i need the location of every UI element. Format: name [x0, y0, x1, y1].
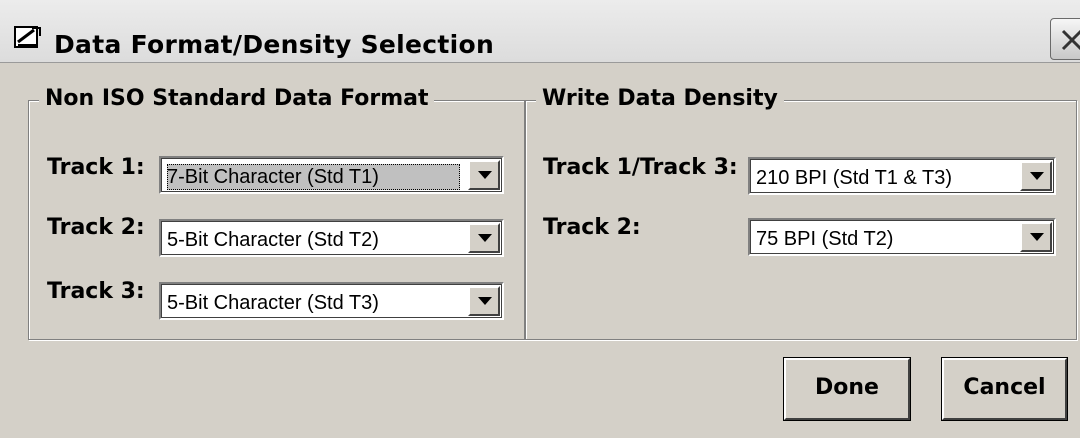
track3-format-value: 5-Bit Character (Std T3) [167, 292, 379, 314]
density-group-legend: Write Data Density [536, 86, 784, 111]
format-group-legend: Non ISO Standard Data Format [39, 86, 435, 111]
track2-density-value: 75 BPI (Std T2) [756, 228, 894, 250]
track3-format-select[interactable]: 5-Bit Character (Std T3) [159, 282, 504, 320]
format-group: Non ISO Standard Data Format Track 1: 7-… [28, 86, 525, 340]
track2-density-label: Track 2: [543, 215, 641, 240]
track2-format-label: Track 2: [47, 215, 145, 240]
track13-density-value: 210 BPI (Std T1 & T3) [756, 167, 953, 189]
dropdown-button[interactable] [468, 223, 500, 253]
track1-format-value: 7-Bit Character (Std T1) [167, 164, 460, 190]
done-button[interactable]: Done [783, 357, 911, 421]
app-icon [14, 26, 42, 50]
chevron-down-icon [478, 234, 492, 242]
track1-format-select[interactable]: 7-Bit Character (Std T1) [159, 156, 504, 194]
track2-density-select[interactable]: 75 BPI (Std T2) [748, 218, 1056, 256]
window-title: Data Format/Density Selection [54, 30, 495, 59]
dropdown-button[interactable] [468, 160, 500, 190]
dropdown-button[interactable] [1020, 222, 1052, 252]
dropdown-button[interactable] [468, 286, 500, 316]
track3-format-label: Track 3: [47, 279, 145, 304]
track13-density-select[interactable]: 210 BPI (Std T1 & T3) [748, 157, 1056, 195]
chevron-down-icon [1030, 233, 1044, 241]
track1-format-label: Track 1: [47, 155, 145, 180]
chevron-down-icon [478, 297, 492, 305]
chevron-down-icon [478, 171, 492, 179]
close-icon [1061, 29, 1080, 51]
cancel-button[interactable]: Cancel [941, 357, 1068, 421]
track2-format-select[interactable]: 5-Bit Character (Std T2) [159, 219, 504, 257]
track2-format-value: 5-Bit Character (Std T2) [167, 229, 379, 251]
close-button[interactable] [1050, 18, 1080, 60]
density-group: Write Data Density Track 1/Track 3: 210 … [525, 86, 1077, 340]
track13-density-label: Track 1/Track 3: [543, 155, 738, 180]
title-bar[interactable]: Data Format/Density Selection [0, 0, 1080, 63]
dropdown-button[interactable] [1020, 161, 1052, 191]
dialog-window: Data Format/Density Selection Non ISO St… [0, 0, 1080, 438]
chevron-down-icon [1030, 172, 1044, 180]
